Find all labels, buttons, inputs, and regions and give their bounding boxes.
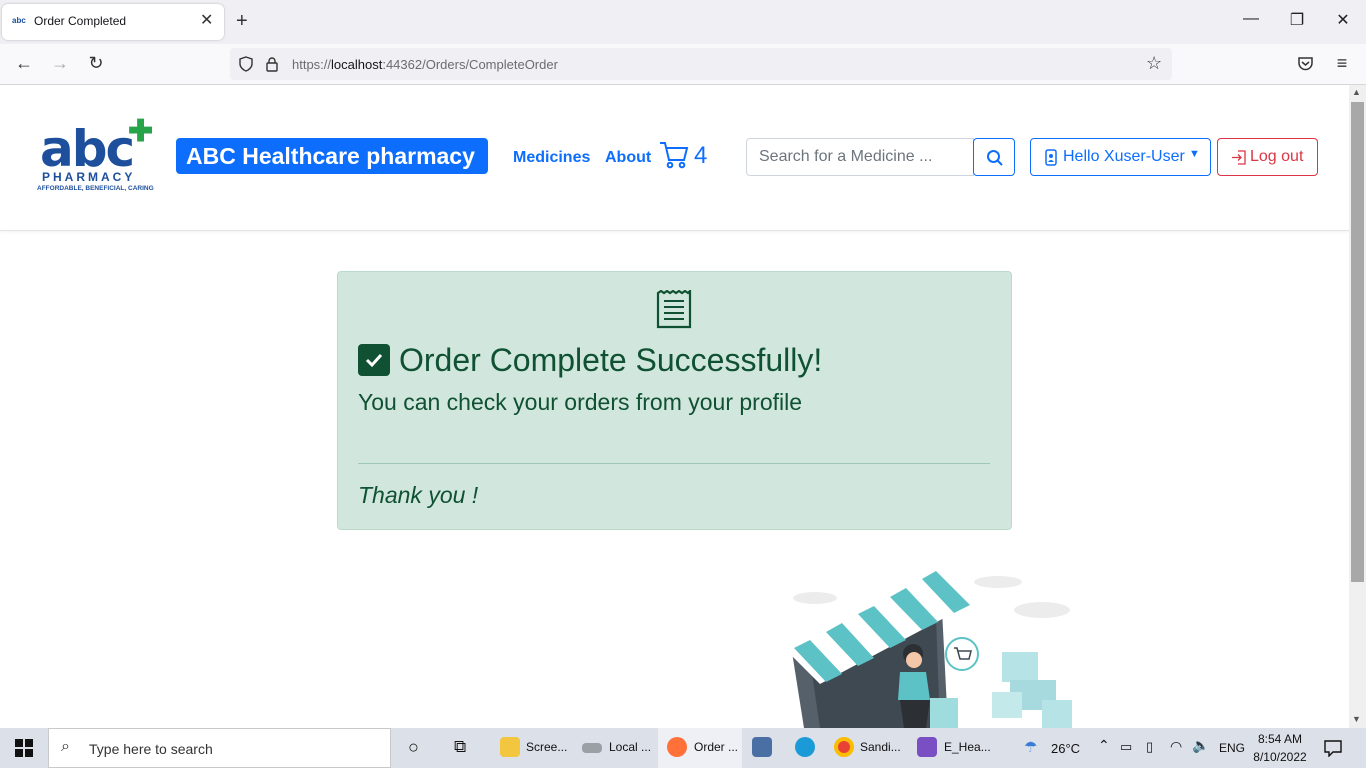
- brand-title[interactable]: ABC Healthcare pharmacy: [176, 138, 488, 174]
- taskbar-app-sandi[interactable]: Sandi...: [860, 740, 901, 754]
- language-indicator[interactable]: ENG: [1219, 741, 1245, 755]
- taskbar-search-placeholder: Type here to search: [89, 741, 213, 757]
- check-square-icon: [358, 344, 390, 376]
- notification-icon[interactable]: [1324, 739, 1342, 757]
- search-icon: [987, 150, 1003, 166]
- tab-close-icon[interactable]: ✕: [200, 10, 213, 30]
- tab-title: Order Completed: [34, 14, 127, 28]
- search-magnifier-icon: ⌕: [61, 738, 70, 755]
- user-dropdown-button[interactable]: Hello Xuser-User ▼: [1030, 138, 1211, 176]
- success-message: You can check your orders from your prof…: [358, 389, 803, 415]
- taskbar: ⌕ Type here to search ○ ⧉ Scree... Local…: [0, 728, 1366, 768]
- browser-tab-bar: abc Order Completed ✕ + — ❐ ✕: [0, 0, 1366, 44]
- pocket-icon[interactable]: [1297, 56, 1314, 72]
- firefox-icon[interactable]: [667, 737, 687, 757]
- battery-icon[interactable]: ▭: [1120, 739, 1132, 755]
- new-tab-icon[interactable]: +: [236, 10, 248, 33]
- user-label: Hello Xuser-User: [1063, 148, 1185, 165]
- browser-tab[interactable]: abc Order Completed ✕: [2, 4, 224, 40]
- scroll-up-icon[interactable]: ▲: [1352, 87, 1361, 97]
- menu-icon[interactable]: ≡: [1330, 53, 1354, 74]
- thank-you-text: Thank you !: [358, 482, 479, 508]
- taskbar-search-input[interactable]: ⌕ Type here to search: [48, 728, 391, 768]
- cortana-icon[interactable]: ○: [408, 737, 419, 758]
- shop-illustration: [788, 568, 1072, 728]
- wifi-icon[interactable]: ◠: [1170, 738, 1182, 755]
- edge-icon[interactable]: [795, 737, 815, 757]
- task-view-icon[interactable]: ⧉: [454, 737, 466, 757]
- browser-nav-bar: ← → ↻ https://localhost:44362/Orders/Com…: [0, 44, 1366, 85]
- logout-icon: [1232, 150, 1246, 165]
- search-button[interactable]: [973, 138, 1015, 176]
- drive-icon[interactable]: [582, 743, 602, 753]
- cart-count[interactable]: 4: [694, 142, 707, 170]
- taskbar-app-order[interactable]: Order ...: [694, 740, 738, 754]
- nav-medicines[interactable]: Medicines: [513, 149, 590, 167]
- clock-date[interactable]: 8/10/2022: [1250, 750, 1310, 764]
- windows-start-icon[interactable]: [15, 739, 33, 757]
- chrome-icon[interactable]: [834, 737, 854, 757]
- user-badge-icon: [1045, 149, 1057, 166]
- media-player-icon[interactable]: [752, 737, 772, 757]
- url-text[interactable]: https://localhost:44362/Orders/CompleteO…: [292, 57, 558, 72]
- scrollbar-thumb[interactable]: [1351, 102, 1364, 582]
- success-heading: Order Complete Successfully!: [399, 342, 823, 378]
- forward-icon[interactable]: →: [48, 53, 72, 74]
- logout-button[interactable]: Log out: [1217, 138, 1318, 176]
- logout-label: Log out: [1250, 148, 1304, 165]
- window-close-icon[interactable]: ✕: [1328, 10, 1358, 30]
- logo-tagline: AFFORDABLE, BENEFICIAL, CARING: [37, 185, 154, 192]
- logo-pharmacy: PHARMACY: [42, 170, 136, 184]
- device-icon[interactable]: ▯: [1146, 739, 1153, 755]
- weather-temp[interactable]: 26°C: [1051, 741, 1080, 756]
- visual-studio-icon[interactable]: [917, 737, 937, 757]
- address-bar[interactable]: https://localhost:44362/Orders/CompleteO…: [230, 48, 1172, 80]
- alert-divider: [358, 463, 990, 464]
- taskbar-app-screenshots[interactable]: Scree...: [526, 740, 567, 754]
- tray-chevron-icon[interactable]: ⌃: [1098, 737, 1110, 754]
- reload-icon[interactable]: ↻: [84, 53, 108, 74]
- caret-down-icon: ▼: [1189, 148, 1200, 160]
- taskbar-app-local[interactable]: Local ...: [609, 740, 651, 754]
- search-input[interactable]: Search for a Medicine ...: [746, 138, 974, 176]
- file-explorer-icon[interactable]: [500, 737, 520, 757]
- nav-about[interactable]: About: [605, 149, 651, 167]
- minimize-icon[interactable]: —: [1236, 10, 1266, 28]
- shield-icon[interactable]: [238, 56, 254, 72]
- restore-icon[interactable]: ❐: [1282, 10, 1312, 30]
- receipt-icon: [656, 290, 692, 329]
- volume-icon[interactable]: 🔈: [1192, 737, 1209, 754]
- clock-time[interactable]: 8:54 AM: [1250, 732, 1310, 746]
- logo-plus-icon: ✚: [128, 115, 154, 148]
- cart-icon[interactable]: [659, 141, 689, 169]
- taskbar-app-ehea[interactable]: E_Hea...: [944, 740, 991, 754]
- lock-icon[interactable]: [264, 56, 280, 72]
- back-icon[interactable]: ←: [12, 53, 36, 74]
- weather-icon[interactable]: ☂: [1024, 738, 1037, 756]
- scroll-down-icon[interactable]: ▼: [1352, 714, 1361, 724]
- tab-favicon-icon: abc: [12, 16, 26, 25]
- bookmark-star-icon[interactable]: ☆: [1146, 53, 1162, 74]
